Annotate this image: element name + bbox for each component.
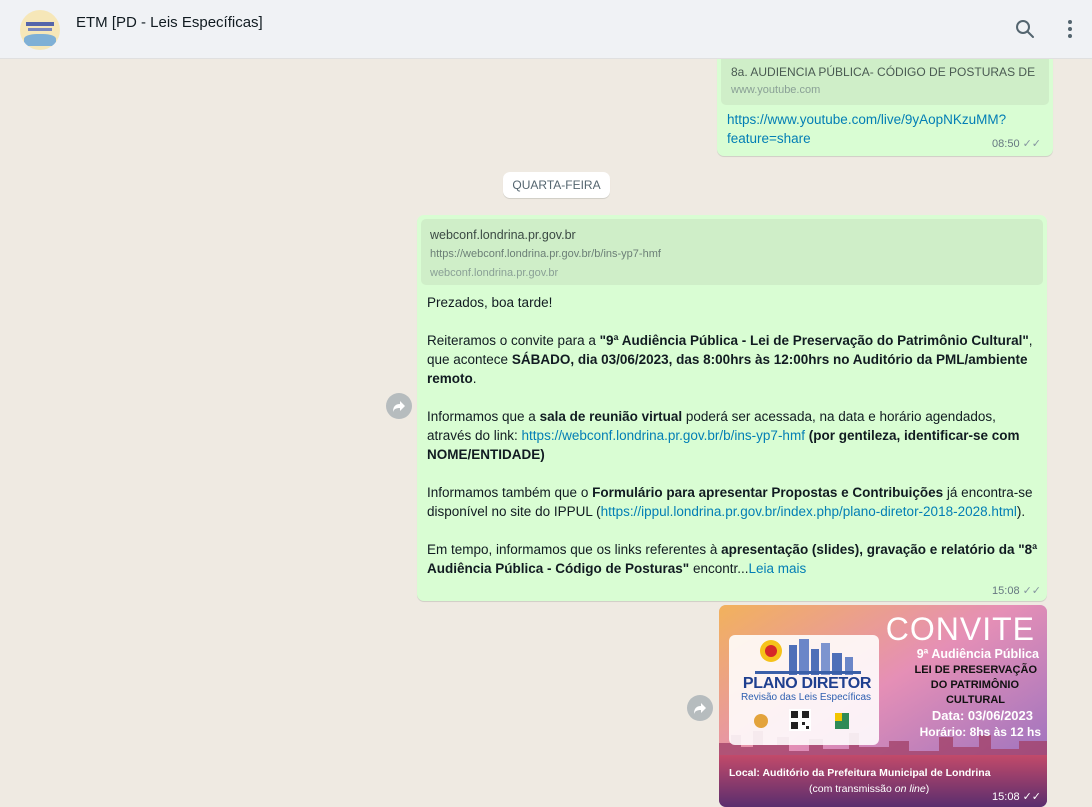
kebab-menu-icon[interactable] <box>1066 17 1074 41</box>
read-more-link[interactable]: Leia mais <box>749 561 807 576</box>
search-icon[interactable] <box>1013 17 1037 41</box>
invitation-hours: Horário: 8hs às 12 hs <box>919 725 1041 739</box>
message-bubble[interactable]: webconf.londrina.pr.gov.br https://webco… <box>417 215 1047 601</box>
link-preview-site: webconf.londrina.pr.gov.br <box>430 267 559 279</box>
invitation-date: Data: 03/06/2023 <box>931 708 1033 723</box>
forward-icon[interactable] <box>687 695 713 721</box>
link-preview[interactable]: webconf.londrina.pr.gov.br https://webco… <box>421 219 1043 285</box>
group-avatar[interactable] <box>20 10 60 50</box>
webconf-link[interactable]: https://webconf.londrina.pr.gov.br/b/ins… <box>522 428 805 443</box>
invitation-transmission: (com transmissão on line) <box>809 783 930 795</box>
message-time: 15:08 ✓✓ <box>992 791 1041 803</box>
ippul-link[interactable]: https://ippul.londrina.pr.gov.br/index.p… <box>601 504 1017 519</box>
logo-subtitle: Revisão das Leis Específicas <box>740 692 872 703</box>
read-ticks-icon: ✓✓ <box>1022 585 1041 597</box>
chat-header: ETM [PD - Leis Específicas] <box>0 0 1092 59</box>
message-bubble[interactable]: 8a. AUDIENCIA PÚBLICA- CÓDIGO DE POSTURA… <box>717 59 1053 156</box>
chat-title[interactable]: ETM [PD - Leis Específicas] <box>76 14 263 31</box>
link-preview-title: webconf.londrina.pr.gov.br <box>430 228 576 242</box>
read-ticks-icon: ✓✓ <box>1022 791 1041 803</box>
invitation-line1: 9ª Audiência Pública <box>916 647 1039 661</box>
link-preview-site: www.youtube.com <box>731 84 821 96</box>
read-ticks-icon: ✓✓ <box>1022 138 1041 150</box>
invitation-line4: CULTURAL <box>945 694 1005 706</box>
day-separator: QUARTA-FEIRA <box>503 172 610 198</box>
invitation-line3: DO PATRIMÔNIO <box>930 679 1019 691</box>
link-preview-title: 8a. AUDIENCIA PÚBLICA- CÓDIGO DE POSTURA… <box>731 65 1036 79</box>
message-link[interactable]: https://www.youtube.com/live/9yAopNKzuMM… <box>727 110 1006 148</box>
invitation-line2: LEI DE PRESERVAÇÃO <box>914 664 1037 676</box>
link-preview-url: https://webconf.londrina.pr.gov.br/b/ins… <box>430 248 661 260</box>
message-time: 08:50 ✓✓ <box>992 138 1041 150</box>
image-message[interactable]: PLANO DIRETOR Revisão das Leis Específic… <box>719 605 1047 807</box>
forward-icon[interactable] <box>386 393 412 419</box>
message-time: 15:08 ✓✓ <box>992 585 1041 597</box>
invitation-heading: CONVITE <box>885 611 1035 647</box>
link-preview[interactable]: 8a. AUDIENCIA PÚBLICA- CÓDIGO DE POSTURA… <box>721 59 1049 105</box>
logo-title: PLANO DIRETOR <box>742 675 872 692</box>
message-text: Prezados, boa tarde! Reiteramos o convit… <box>427 295 1038 576</box>
invitation-location: Local: Auditório da Prefeitura Municipal… <box>729 767 991 779</box>
chat-area[interactable]: 8a. AUDIENCIA PÚBLICA- CÓDIGO DE POSTURA… <box>0 59 1092 807</box>
